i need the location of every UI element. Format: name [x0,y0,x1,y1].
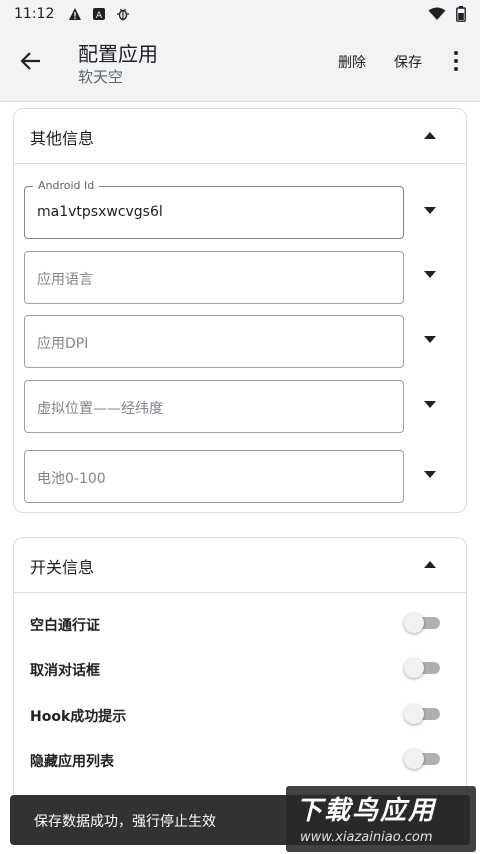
delete-button[interactable]: 删除 [338,52,366,72]
app-language-placeholder: 应用语言 [37,272,93,288]
back-arrow-icon[interactable] [18,48,44,74]
watermark-url: www.xiazainiao.com [300,830,433,845]
switch-label: 取消对话框 [30,663,100,679]
alert-icon [69,8,82,20]
switch-info-header[interactable]: 开关信息 [14,538,466,593]
switch-info-title: 开关信息 [30,558,95,577]
toast-message: 保存数据成功，强行停止生效 [34,814,216,830]
cancel-dialog-toggle[interactable] [404,658,440,678]
collapse-caret-icon[interactable] [424,561,436,568]
other-info-title: 其他信息 [30,129,95,148]
more-options-icon[interactable] [448,49,464,73]
switch-row-cancel-dialog: 取消对话框 [14,646,466,691]
switch-label: 空白通行证 [30,618,100,634]
battery-placeholder: 电池0-100 [37,471,106,487]
save-button[interactable]: 保存 [394,52,422,72]
virtual-location-placeholder: 虚拟位置——经纬度 [37,401,163,417]
switch-row-hook-success: Hook成功提示 [14,692,466,737]
switch-info-card: 开关信息 空白通行证 取消对话框 Hook成功提示 隐藏应用列表 [13,537,467,797]
watermark-logo: 下载鸟应用 www.xiazainiao.com [286,786,476,852]
hook-success-toggle[interactable] [404,704,440,724]
switch-row-blank-pass: 空白通行证 [14,601,466,646]
blank-pass-toggle[interactable] [404,613,440,633]
app-dpi-field[interactable]: 应用DPI [24,315,404,368]
bug-icon [117,8,130,21]
a-box-icon: A [93,8,106,21]
app-dpi-placeholder: 应用DPI [37,336,89,352]
android-id-dropdown-icon[interactable] [424,207,436,214]
status-time: 11:12 [14,6,55,22]
page-title: 配置应用 [78,42,158,66]
app-language-dropdown-icon[interactable] [424,271,436,278]
battery-dropdown-icon[interactable] [424,471,436,478]
collapse-caret-icon[interactable] [424,132,436,139]
other-info-card: 其他信息 Android Id ma1vtpsxwcvgs6l 应用语言 应用D… [13,108,467,513]
watermark-title: 下载鸟应用 [296,796,437,826]
virtual-location-field[interactable]: 虚拟位置——经纬度 [24,380,404,433]
app-language-field[interactable]: 应用语言 [24,251,404,304]
svg-text:A: A [96,11,103,21]
page-subtitle: 软天空 [78,68,124,86]
android-id-field[interactable]: Android Id ma1vtpsxwcvgs6l [24,179,404,239]
virtual-location-dropdown-icon[interactable] [424,401,436,408]
battery-field[interactable]: 电池0-100 [24,450,404,503]
status-bar: 11:12 A [0,0,480,28]
switch-label: 隐藏应用列表 [30,754,114,770]
app-bar: 配置应用 软天空 删除 保存 [0,28,480,102]
android-id-value[interactable]: ma1vtpsxwcvgs6l [37,204,163,220]
app-dpi-dropdown-icon[interactable] [424,336,436,343]
wifi-icon [428,7,446,20]
android-id-label: Android Id [33,179,100,192]
hide-app-list-toggle[interactable] [404,749,440,769]
switch-label: Hook成功提示 [30,709,127,725]
switch-row-hide-app-list: 隐藏应用列表 [14,737,466,782]
other-info-header[interactable]: 其他信息 [14,109,466,164]
battery-icon [456,6,466,22]
